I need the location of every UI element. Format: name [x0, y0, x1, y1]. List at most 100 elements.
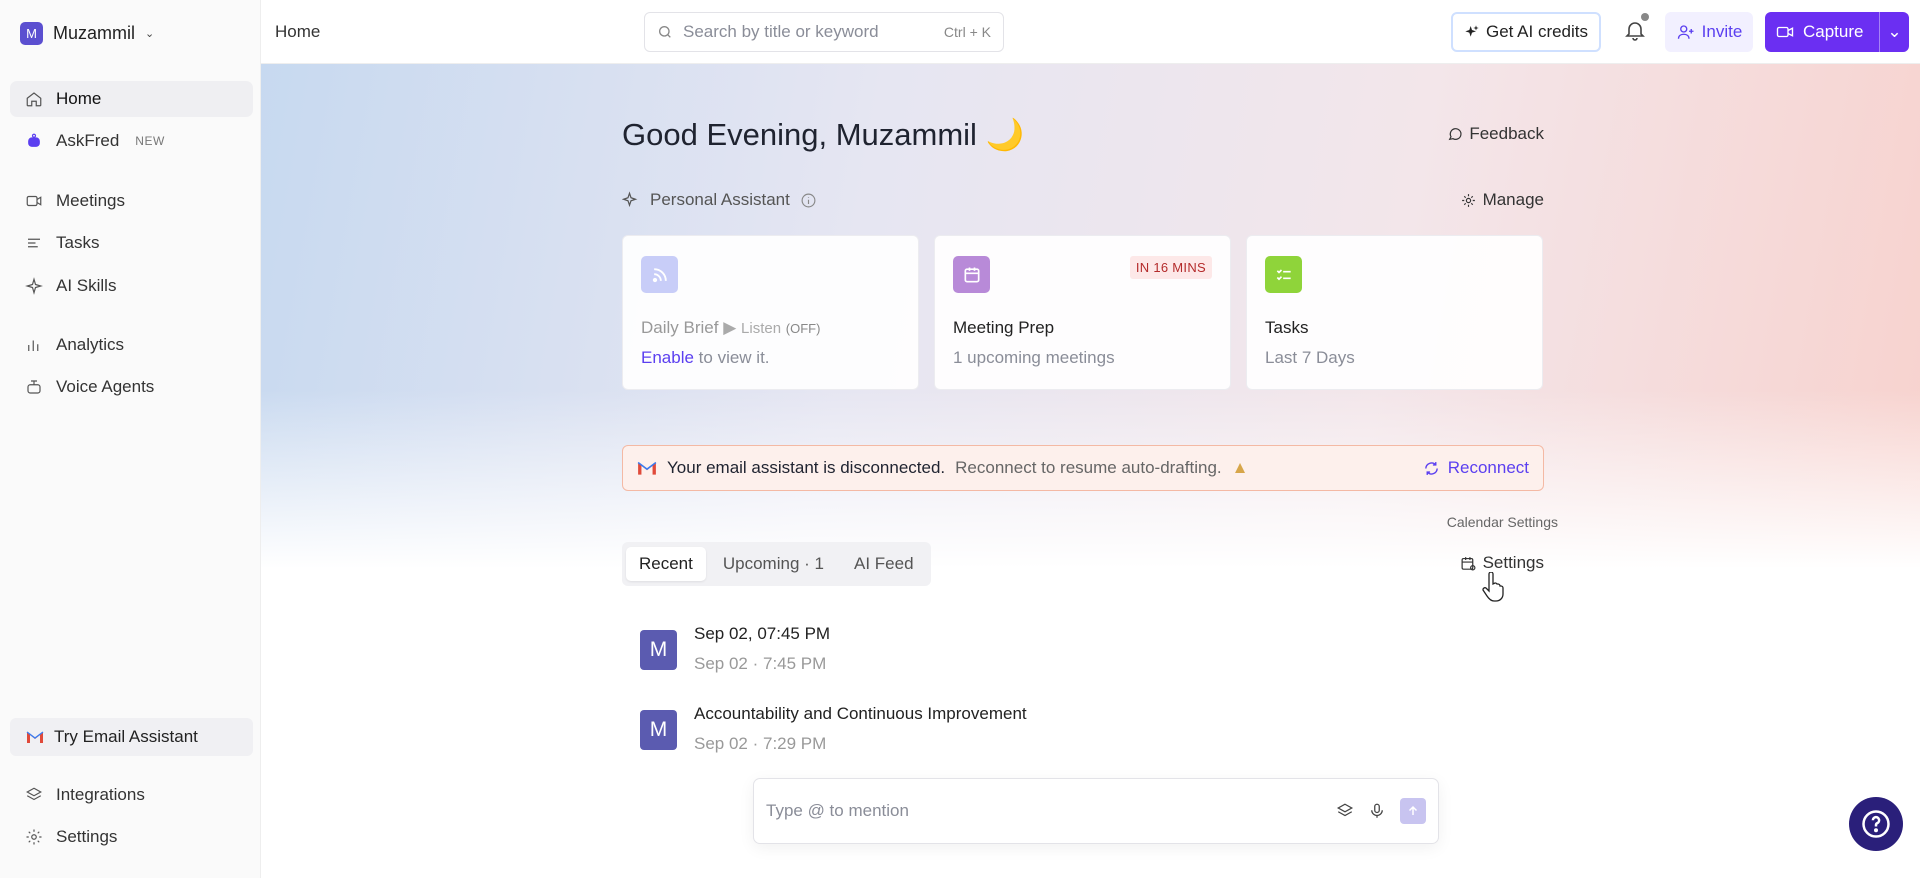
- capture-label: Capture: [1803, 22, 1864, 41]
- email-disconnected-banner: Your email assistant is disconnected. Re…: [622, 445, 1544, 491]
- gmail-icon: [637, 460, 657, 476]
- meeting-title: Sep 02, 07:45 PM: [694, 624, 831, 643]
- invite-button[interactable]: Invite: [1665, 12, 1753, 52]
- sidebar: M Muzammil ⌄ Home AskFred NEW Meetings T…: [0, 0, 261, 878]
- bot-icon: [24, 131, 44, 151]
- sidebar-item-ai-skills[interactable]: AI Skills: [10, 268, 253, 304]
- sidebar-item-home[interactable]: Home: [10, 81, 253, 117]
- tab-upcoming[interactable]: Upcoming · 1: [710, 547, 837, 581]
- calendar-gear-icon: [1460, 555, 1477, 572]
- video-icon: [24, 191, 44, 211]
- send-button[interactable]: [1400, 798, 1426, 824]
- tab-ai-feed[interactable]: AI Feed: [841, 547, 927, 581]
- sidebar-item-label: AskFred: [56, 131, 120, 150]
- arrow-up-icon: [1407, 805, 1419, 817]
- sidebar-item-meetings[interactable]: Meetings: [10, 183, 253, 219]
- banner-message: Your email assistant is disconnected.: [667, 458, 946, 477]
- get-ai-credits-button[interactable]: Get AI credits: [1451, 12, 1601, 52]
- bell-icon: [1623, 18, 1649, 42]
- feedback-button[interactable]: Feedback: [1447, 124, 1544, 144]
- video-icon: [1775, 23, 1795, 41]
- settings-label: Settings: [1482, 553, 1544, 572]
- daily-brief-card[interactable]: Daily Brief ▶ Listen (OFF) Enable to vie…: [622, 235, 919, 390]
- try-email-assistant-button[interactable]: Try Email Assistant: [10, 718, 253, 756]
- personal-assistant-heading: Personal Assistant: [622, 190, 817, 210]
- home-icon: [24, 89, 44, 109]
- meeting-title: Accountability and Continuous Improvemen…: [694, 704, 1027, 723]
- feedback-label: Feedback: [1469, 124, 1544, 143]
- banner-detail: Reconnect to resume auto-drafting.: [955, 458, 1222, 477]
- meeting-list-item[interactable]: M Accountability and Continuous Improvem…: [640, 704, 1520, 764]
- search-placeholder: Search by title or keyword: [683, 22, 879, 41]
- help-button[interactable]: [1849, 797, 1903, 851]
- personal-assistant-label: Personal Assistant: [650, 190, 790, 209]
- tab-recent[interactable]: Recent: [626, 547, 706, 581]
- workspace-name: Muzammil: [53, 23, 136, 43]
- daily-brief-title: Daily Brief ▶ Listen (OFF): [641, 318, 821, 337]
- play-icon[interactable]: ▶: [723, 318, 736, 337]
- meeting-time: Sep 02 · 7:29 PM: [694, 734, 827, 753]
- meeting-list-item[interactable]: M Sep 02, 07:45 PM Sep 02 · 7:45 PM: [640, 624, 1520, 684]
- rss-icon: [641, 256, 678, 293]
- manage-button[interactable]: Manage: [1460, 190, 1544, 210]
- reconnect-button[interactable]: Reconnect: [1423, 458, 1529, 478]
- enable-link[interactable]: Enable: [641, 348, 694, 367]
- greeting: Good Evening, Muzammil 🌙: [622, 117, 1025, 152]
- meeting-prep-card[interactable]: IN 16 MINS Meeting Prep 1 upcoming meeti…: [934, 235, 1231, 390]
- reconnect-label: Reconnect: [1447, 458, 1529, 477]
- microphone-icon[interactable]: [1368, 802, 1386, 820]
- sidebar-item-label: Home: [56, 89, 102, 108]
- sidebar-item-label: Settings: [56, 827, 118, 846]
- sidebar-item-tasks[interactable]: Tasks: [10, 225, 253, 261]
- listen-label: Listen: [741, 320, 782, 337]
- sidebar-item-label: AI Skills: [56, 276, 117, 295]
- sidebar-item-label: Meetings: [56, 191, 125, 210]
- warning-icon: ▲: [1231, 458, 1249, 477]
- new-badge: NEW: [135, 134, 165, 148]
- search-icon: [657, 24, 673, 40]
- capture-button[interactable]: Capture ⌄: [1765, 12, 1909, 52]
- refresh-icon: [1423, 460, 1440, 477]
- sidebar-item-label: Voice Agents: [56, 377, 155, 396]
- manage-label: Manage: [1482, 190, 1544, 209]
- sidebar-item-label: Integrations: [56, 785, 145, 804]
- robot-icon: [24, 377, 44, 397]
- sparkle-icon: [1464, 24, 1480, 40]
- sidebar-item-voice-agents[interactable]: Voice Agents: [10, 369, 253, 405]
- breadcrumb: Home: [275, 22, 321, 41]
- pointer-cursor-icon: [1482, 572, 1504, 602]
- bar-chart-icon: [24, 335, 44, 355]
- sidebar-item-settings[interactable]: Settings: [10, 819, 253, 855]
- layers-icon: [24, 785, 44, 805]
- sidebar-item-askfred[interactable]: AskFred NEW: [10, 123, 253, 159]
- info-icon[interactable]: [800, 192, 817, 209]
- ask-input[interactable]: Type @ to mention: [753, 778, 1439, 844]
- sidebar-item-integrations[interactable]: Integrations: [10, 777, 253, 813]
- sidebar-item-analytics[interactable]: Analytics: [10, 327, 253, 363]
- question-icon: [1861, 809, 1891, 839]
- gmail-icon: [26, 730, 44, 744]
- invite-label: Invite: [1701, 22, 1743, 41]
- notifications-button[interactable]: [1623, 13, 1649, 44]
- tasks-sub: Last 7 Days: [1265, 348, 1355, 367]
- meeting-prep-title: Meeting Prep: [953, 318, 1055, 337]
- tasks-title: Tasks: [1265, 318, 1309, 337]
- list-icon: [24, 233, 44, 253]
- chat-placeholder: Type @ to mention: [766, 801, 909, 820]
- moon-icon: 🌙: [985, 117, 1025, 152]
- main-area: Good Evening, Muzammil 🌙 Feedback Person…: [261, 64, 1920, 878]
- meeting-avatar: M: [640, 710, 677, 750]
- layers-icon[interactable]: [1336, 802, 1354, 820]
- add-user-icon: [1676, 23, 1696, 41]
- workspace-avatar: M: [20, 22, 43, 45]
- search-input[interactable]: Search by title or keyword Ctrl + K: [644, 12, 1004, 52]
- meeting-time: Sep 02 · 7:45 PM: [694, 654, 827, 673]
- chat-bubble-icon: [1447, 126, 1463, 142]
- gear-icon: [1460, 192, 1477, 209]
- sidebar-item-label: Tasks: [56, 233, 100, 252]
- calendar-settings-button[interactable]: Settings: [1460, 553, 1544, 573]
- tasks-card[interactable]: Tasks Last 7 Days: [1246, 235, 1543, 390]
- workspace-switcher[interactable]: M Muzammil ⌄: [20, 22, 154, 45]
- capture-dropdown-button[interactable]: ⌄: [1879, 12, 1909, 52]
- checklist-icon: [1265, 256, 1302, 293]
